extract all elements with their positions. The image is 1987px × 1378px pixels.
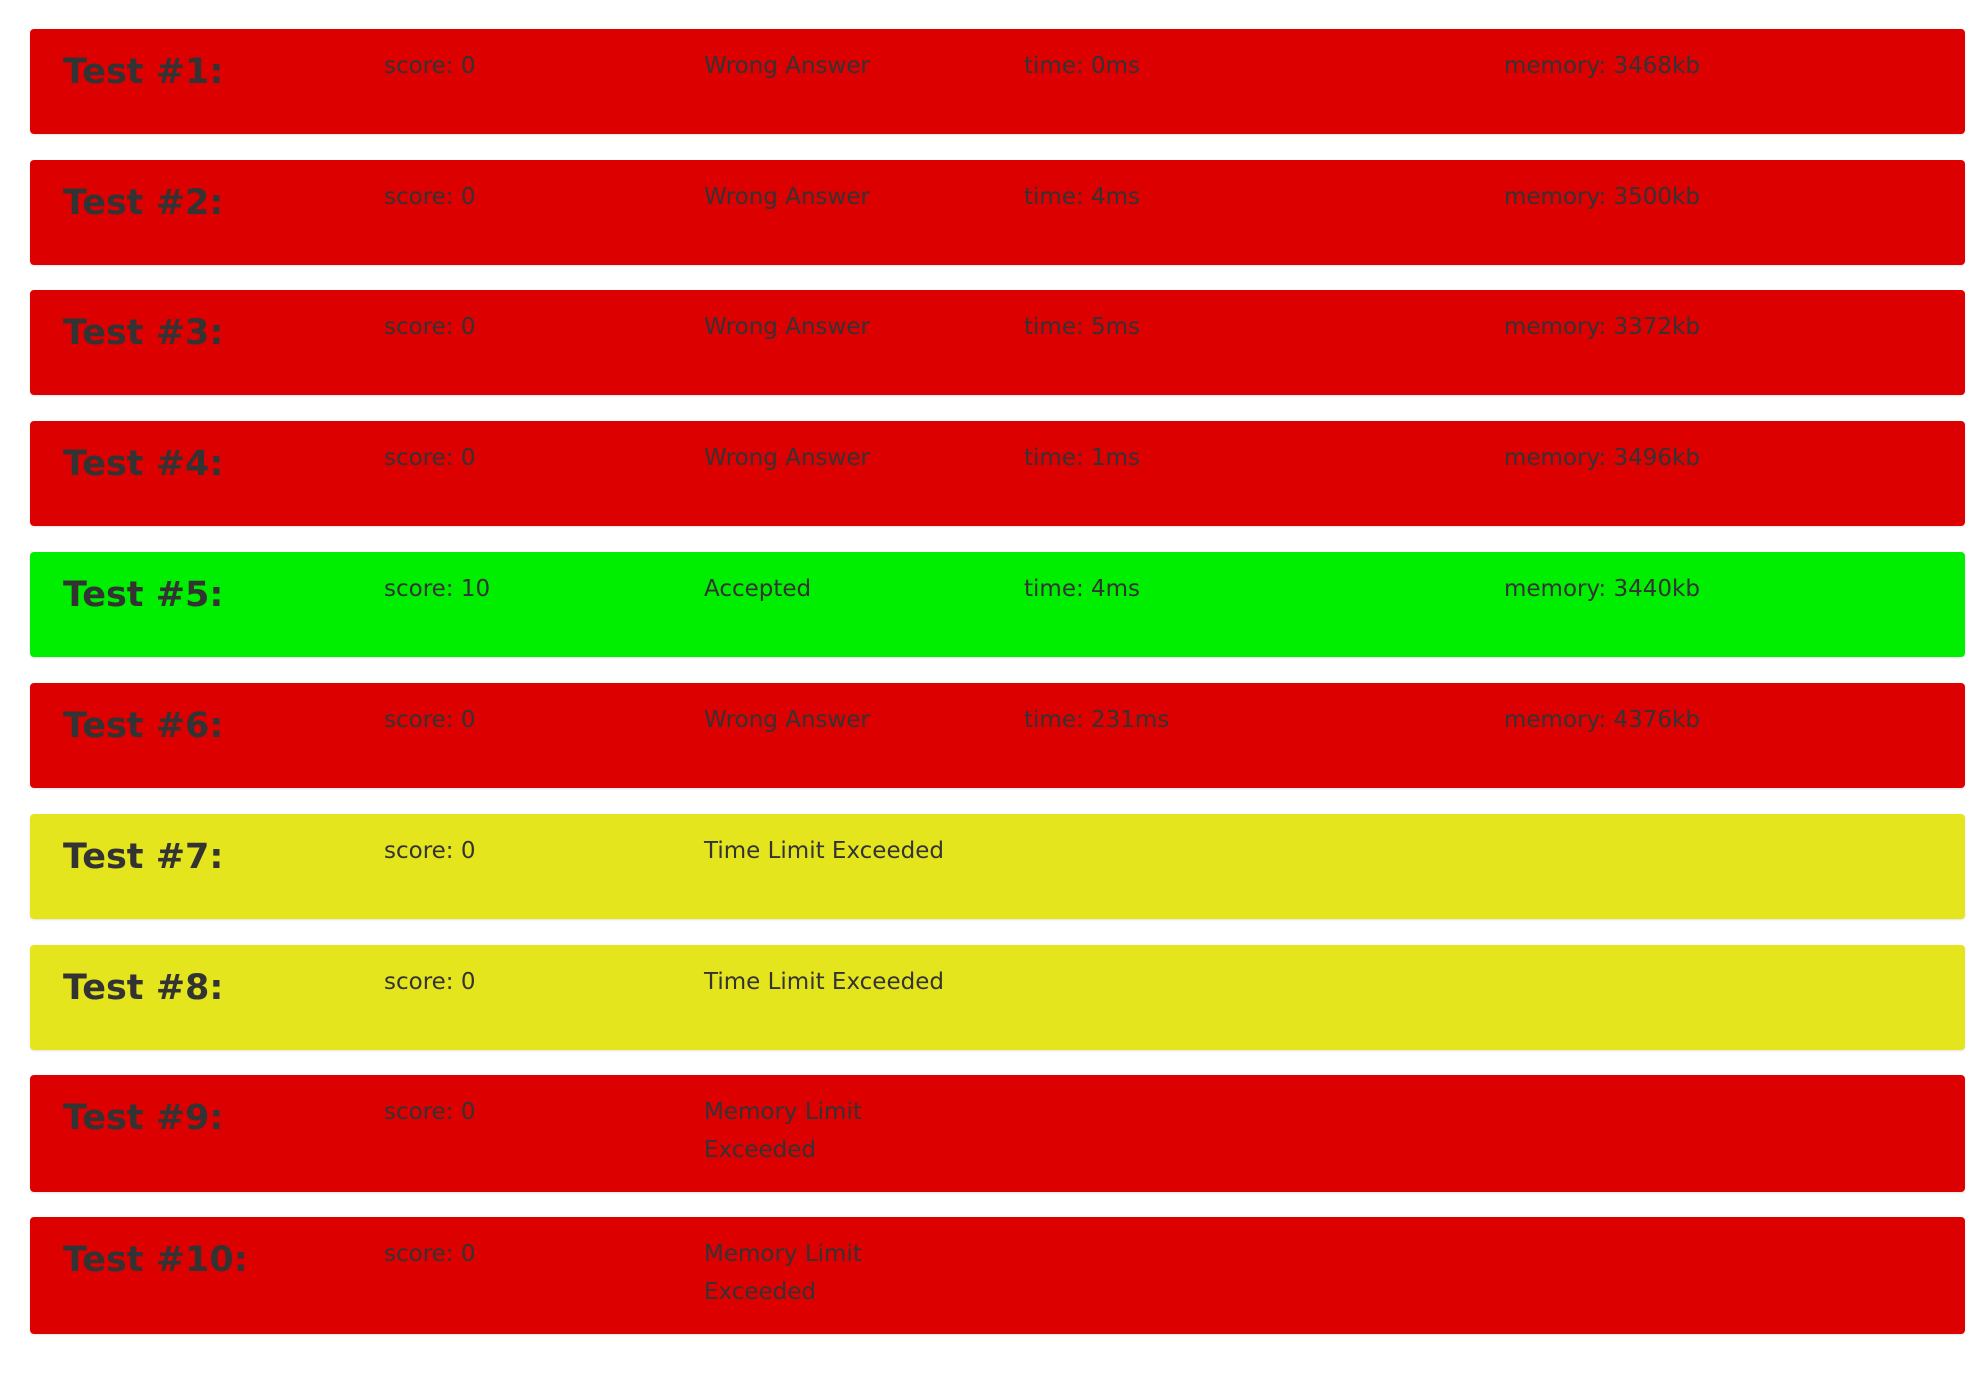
test-memory: memory: 3496kb [1504,445,1700,471]
test-score: score: 0 [384,969,476,995]
test-status: Time Limit Exceeded [704,969,944,995]
test-score: score: 0 [384,445,476,471]
test-status: Wrong Answer [704,707,870,733]
test-status: Wrong Answer [704,184,870,210]
test-row-6: Test #6: score: 0 Wrong Answer time: 231… [30,683,1965,788]
test-row-7: Test #7: score: 0 Time Limit Exceeded [30,814,1965,919]
test-title: Test #8: [63,968,224,1008]
test-time: time: 1ms [1024,445,1141,471]
test-title: Test #5: [63,575,224,615]
test-score: score: 0 [384,1241,476,1267]
test-row-2: Test #2: score: 0 Wrong Answer time: 4ms… [30,160,1965,265]
test-title: Test #6: [63,706,224,746]
test-score: score: 0 [384,1099,476,1125]
test-row-4: Test #4: score: 0 Wrong Answer time: 1ms… [30,421,1965,526]
test-score: score: 10 [384,576,491,602]
test-time: time: 231ms [1024,707,1170,733]
test-row-10: Test #10: score: 0 Memory Limit Exceeded [30,1217,1965,1334]
test-status: Time Limit Exceeded [704,838,944,864]
test-memory: memory: 3372kb [1504,314,1700,340]
test-status: Wrong Answer [704,445,870,471]
test-time: time: 5ms [1024,314,1141,340]
test-results-list: Test #1: score: 0 Wrong Answer time: 0ms… [0,0,1987,1378]
test-memory: memory: 3468kb [1504,53,1700,79]
test-score: score: 0 [384,838,476,864]
test-score: score: 0 [384,707,476,733]
test-time: time: 0ms [1024,53,1141,79]
test-title: Test #3: [63,313,224,353]
test-status: Wrong Answer [704,53,870,79]
test-title: Test #9: [63,1098,224,1138]
test-row-5: Test #5: score: 10 Accepted time: 4ms me… [30,552,1965,657]
test-status: Accepted [704,576,812,602]
test-time: time: 4ms [1024,184,1141,210]
test-row-3: Test #3: score: 0 Wrong Answer time: 5ms… [30,290,1965,395]
test-status: Wrong Answer [704,314,870,340]
test-status: Memory Limit Exceeded [704,1241,862,1305]
test-memory: memory: 4376kb [1504,707,1700,733]
test-title: Test #1: [63,52,224,92]
test-score: score: 0 [384,53,476,79]
test-score: score: 0 [384,184,476,210]
test-title: Test #10: [63,1240,248,1280]
test-time: time: 4ms [1024,576,1141,602]
test-row-8: Test #8: score: 0 Time Limit Exceeded [30,945,1965,1050]
test-memory: memory: 3500kb [1504,184,1700,210]
test-row-1: Test #1: score: 0 Wrong Answer time: 0ms… [30,29,1965,134]
test-score: score: 0 [384,314,476,340]
test-memory: memory: 3440kb [1504,576,1700,602]
test-title: Test #4: [63,444,224,484]
test-row-9: Test #9: score: 0 Memory Limit Exceeded [30,1075,1965,1192]
test-title: Test #7: [63,837,224,877]
test-title: Test #2: [63,183,224,223]
test-status: Memory Limit Exceeded [704,1099,862,1163]
